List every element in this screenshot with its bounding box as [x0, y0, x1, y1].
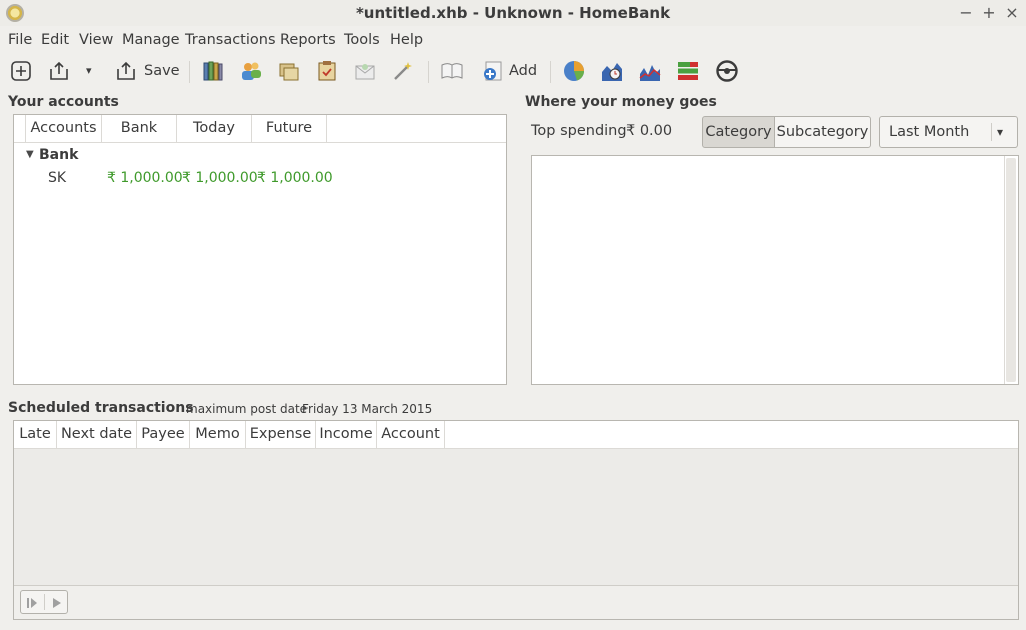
- save-button-label[interactable]: Save: [144, 62, 180, 80]
- spending-section-title: Where your money goes: [525, 94, 717, 110]
- add-button-label[interactable]: Add: [509, 62, 537, 80]
- balance-report-icon[interactable]: [639, 60, 661, 82]
- toolbar-separator: [189, 61, 190, 83]
- chevron-down-icon: ▾: [997, 125, 1004, 139]
- scheduled-col-payee[interactable]: Payee: [137, 421, 190, 448]
- scheduled-col-expense[interactable]: Expense: [246, 421, 316, 448]
- accounts-header-row: Accounts Bank Today Future: [14, 115, 506, 143]
- categories-icon[interactable]: [278, 60, 300, 82]
- account-future-amount: ₹ 1,000.00: [257, 170, 333, 186]
- skip-icon[interactable]: [26, 597, 38, 609]
- accounts-col-future[interactable]: Future: [252, 115, 327, 142]
- add-transaction-icon[interactable]: [482, 60, 504, 82]
- accounts-col-bank[interactable]: Bank: [102, 115, 177, 142]
- spending-chart-area[interactable]: [531, 155, 1019, 385]
- menu-reports[interactable]: Reports: [280, 31, 336, 49]
- save-icon[interactable]: [115, 60, 137, 82]
- scheduled-footer: [14, 586, 1018, 619]
- top-spending-label: Top spending: [531, 123, 627, 139]
- menu-tools[interactable]: Tools: [344, 31, 380, 49]
- select-divider: [991, 123, 992, 141]
- accounts-col-expander: [14, 115, 26, 142]
- assistant-icon[interactable]: [392, 60, 414, 82]
- budget-icon[interactable]: [354, 60, 376, 82]
- close-button[interactable]: ×: [1001, 2, 1023, 24]
- accounts-section-title: Your accounts: [8, 94, 119, 110]
- period-select[interactable]: Last Month ▾: [879, 116, 1018, 148]
- menu-file[interactable]: File: [8, 31, 32, 49]
- menu-view[interactable]: View: [79, 31, 113, 49]
- window-title: *untitled.xhb - Unknown - HomeBank: [355, 4, 671, 22]
- account-today-amount: ₹ 1,000.00: [182, 170, 258, 186]
- menu-manage[interactable]: Manage: [122, 31, 180, 49]
- menu-transactions[interactable]: Transactions: [185, 31, 276, 49]
- scheduled-col-late[interactable]: Late: [14, 421, 57, 448]
- max-post-date-label: maximum post date: [186, 402, 308, 416]
- scheduled-header-row: Late Next date Payee Memo Expense Income…: [14, 421, 1018, 449]
- maximize-button[interactable]: +: [978, 2, 1000, 24]
- toolbar-separator: [428, 61, 429, 83]
- accounts-col-today[interactable]: Today: [177, 115, 252, 142]
- scheduled-col-next-date[interactable]: Next date: [57, 421, 137, 448]
- open-file-icon[interactable]: [48, 60, 70, 82]
- accounts-tree[interactable]: Accounts Bank Today Future ▼ Bank SK ₹ 1…: [13, 114, 507, 385]
- account-group-bank[interactable]: Bank: [39, 147, 78, 163]
- expander-down-icon[interactable]: ▼: [26, 149, 34, 160]
- scheduled-icon[interactable]: [316, 60, 338, 82]
- trend-report-icon[interactable]: [601, 60, 623, 82]
- accounts-col-accounts[interactable]: Accounts: [26, 115, 102, 142]
- scheduled-actions: [20, 590, 68, 614]
- scheduled-list[interactable]: Late Next date Payee Memo Expense Income…: [13, 420, 1019, 620]
- account-bank-amount: ₹ 1,000.00: [107, 170, 183, 186]
- menu-edit[interactable]: Edit: [41, 31, 69, 49]
- menu-bar: File Edit View Manage Transactions Repor…: [0, 27, 1026, 53]
- new-file-icon[interactable]: [10, 60, 32, 82]
- vertical-scrollbar[interactable]: [1006, 158, 1016, 382]
- period-value: Last Month: [889, 124, 970, 140]
- car-cost-icon[interactable]: [716, 60, 738, 82]
- accounts-icon[interactable]: [202, 60, 224, 82]
- scheduled-col-account[interactable]: Account: [377, 421, 445, 448]
- show-register-icon[interactable]: [441, 60, 463, 82]
- minimize-button[interactable]: −: [955, 2, 977, 24]
- top-spending-value: ₹ 0.00: [626, 123, 673, 139]
- payees-icon[interactable]: [240, 60, 262, 82]
- button-divider: [44, 594, 45, 610]
- toolbar-separator: [550, 61, 551, 83]
- budget-report-icon[interactable]: [677, 60, 699, 82]
- scheduled-section-title: Scheduled transactions: [8, 400, 194, 416]
- scheduled-col-memo[interactable]: Memo: [190, 421, 246, 448]
- menu-help[interactable]: Help: [390, 31, 423, 49]
- account-name: SK: [48, 170, 67, 186]
- category-toggle-button[interactable]: Category: [702, 116, 775, 148]
- subcategory-toggle-button[interactable]: Subcategory: [774, 116, 871, 148]
- statistics-report-icon[interactable]: [563, 60, 585, 82]
- scheduled-col-income[interactable]: Income: [316, 421, 377, 448]
- max-post-date-value: Friday 13 March 2015: [302, 402, 433, 416]
- table-row[interactable]: SK ₹ 1,000.00 ₹ 1,000.00 ₹ 1,000.00: [14, 167, 506, 189]
- scrollbar-track: [1004, 156, 1005, 384]
- open-recent-dropdown[interactable]: ▾: [86, 62, 92, 80]
- post-icon[interactable]: [51, 597, 63, 609]
